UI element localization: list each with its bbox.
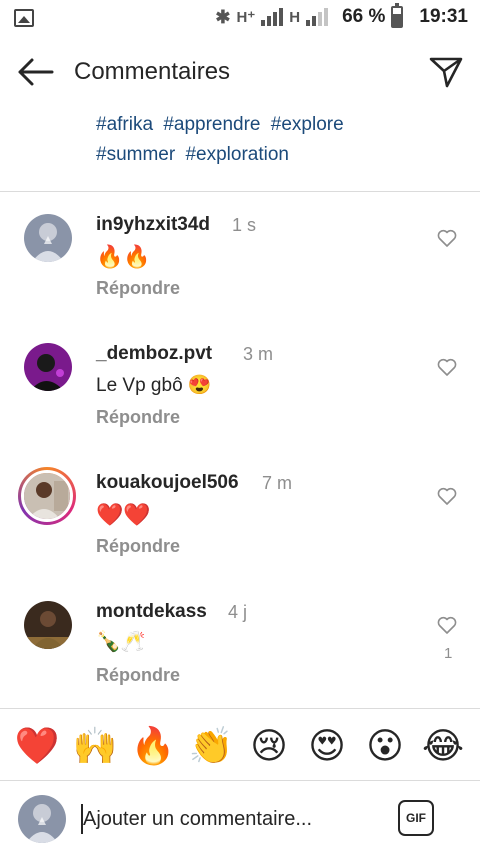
comment-item: _demboz.pvt 3 m Le Vp gbô 😍 Répondre [0,329,480,449]
comment-username[interactable]: in9yhzxit34d [96,214,210,236]
comment-text: ❤️❤️ [96,502,151,527]
comment-input[interactable] [83,802,373,836]
avatar[interactable] [24,343,72,391]
network-type-1: H⁺ [236,9,256,26]
hashtag-link[interactable]: #explore [271,114,344,135]
gallery-notification-icon [14,9,34,27]
divider [0,191,480,192]
comment-text: 🍾🥂 [96,631,146,653]
comment-username[interactable]: montdekass [96,601,207,623]
gif-button[interactable]: GIF [398,800,434,836]
arrow-left-icon[interactable] [16,56,56,88]
comment-time: 4 j [228,602,248,622]
reply-button[interactable]: Répondre [96,536,180,557]
hashtag-link[interactable]: #apprendre [163,114,260,135]
reply-button[interactable]: Répondre [96,407,180,428]
divider [0,780,480,781]
comment-composer: GIF [0,782,480,854]
comment-text: Le Vp gbô 😍 [96,375,212,396]
emoji-heart-eyes-button[interactable]: 😍 [303,725,351,769]
comment-time: 3 m [243,344,274,364]
battery-icon [391,3,404,28]
comment-time: 1 s [232,215,257,235]
comment-item: kouakoujoel506 7 m ❤️❤️ Répondre [0,458,480,578]
heart-outline-icon[interactable] [437,487,457,505]
comment-username[interactable]: kouakoujoel506 [96,472,239,494]
signal-strength-icon-2 [306,8,329,26]
comment-time: 7 m [262,473,293,493]
battery-percent: 66 % [342,6,386,27]
emoji-surprised-button[interactable]: 😮 [361,725,409,769]
avatar-with-story-ring[interactable] [18,467,76,525]
heart-outline-icon[interactable] [437,358,457,376]
bluetooth-icon: ✱ [215,6,231,27]
avatar[interactable] [24,601,72,649]
like-count: 1 [444,645,453,662]
hashtag-link[interactable]: #exploration [185,144,289,165]
comment-item: in9yhzxit34d 1 s 🔥🔥 Répondre [0,200,480,320]
post-caption: #afrika #apprendre #explore #summer #exp… [96,110,456,170]
reply-button[interactable]: Répondre [96,278,180,299]
heart-outline-icon[interactable] [437,229,457,247]
divider [0,708,480,709]
emoji-crying-button[interactable]: 😢 [245,725,293,769]
reply-button[interactable]: Répondre [96,665,180,686]
clock: 19:31 [419,6,468,27]
avatar[interactable] [24,214,72,262]
signal-strength-icon [261,8,284,26]
status-bar: ✱ H⁺ H 66 % 19:31 [0,0,480,38]
heart-outline-icon[interactable] [437,616,457,634]
paper-plane-icon[interactable] [428,54,464,90]
emoji-clapping-button[interactable]: 👏 [187,725,235,769]
network-type-2: H [289,8,301,26]
page-title: Commentaires [74,58,231,85]
comment-username[interactable]: _demboz.pvt [96,343,212,365]
emoji-raised-hands-button[interactable]: 🙌 [71,725,119,769]
current-user-avatar [18,795,66,843]
status-icons: ✱ H⁺ H 66 % 19:31 [215,3,468,28]
comment-text: 🔥🔥 [96,244,151,269]
emoji-heart-button[interactable]: ❤️ [13,725,61,769]
comment-item: montdekass 4 j 🍾🥂 Répondre 1 [0,587,480,707]
top-app-bar: Commentaires [0,44,480,100]
hashtag-link[interactable]: #afrika [96,114,153,135]
hashtag-link[interactable]: #summer [96,144,175,165]
emoji-laughing-button[interactable]: 😂 [419,725,467,769]
quick-emoji-bar: ❤️ 🙌 🔥 👏 😢 😍 😮 😂 [0,718,480,776]
emoji-fire-button[interactable]: 🔥 [129,725,177,769]
